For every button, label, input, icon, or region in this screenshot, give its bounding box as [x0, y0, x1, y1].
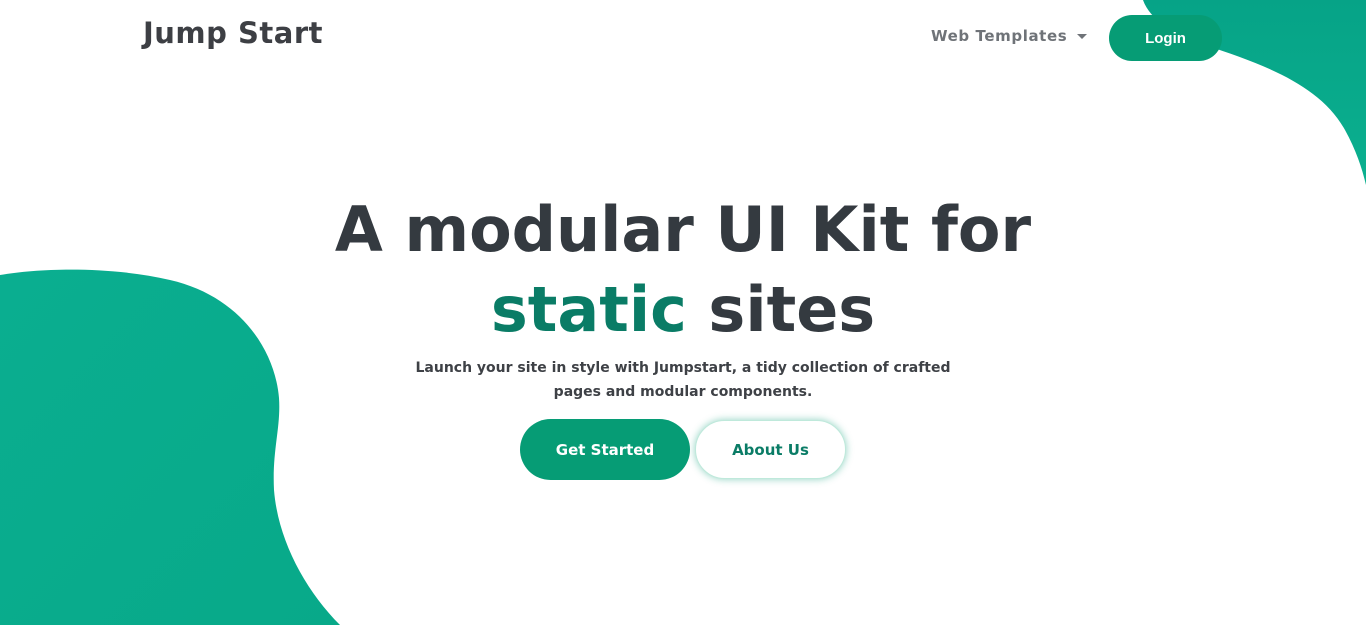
hero-subtitle-line2: pages and modular components.	[553, 384, 813, 400]
hero-title-line1: A modular UI Kit for	[334, 193, 1032, 266]
get-started-button[interactable]: Get Started	[520, 419, 690, 480]
about-us-button[interactable]: About Us	[695, 420, 846, 479]
hero-subtitle-line1: Launch your site in style with Jumpstart…	[415, 360, 951, 376]
hero-title-line2: sites	[686, 273, 876, 346]
hero-title-accent: static	[490, 273, 687, 346]
web-templates-dropdown[interactable]: Web Templates	[931, 27, 1088, 45]
hero-title: A modular UI Kit for static sites	[283, 190, 1083, 350]
caret-down-icon	[1077, 34, 1088, 39]
brand-logo[interactable]: Jump Start	[143, 16, 323, 50]
landing-page: Jump Start Web Templates Login A modular…	[0, 0, 1366, 625]
web-templates-label: Web Templates	[931, 27, 1068, 45]
hero-subtitle: Launch your site in style with Jumpstart…	[383, 356, 983, 404]
login-button[interactable]: Login	[1109, 15, 1222, 61]
